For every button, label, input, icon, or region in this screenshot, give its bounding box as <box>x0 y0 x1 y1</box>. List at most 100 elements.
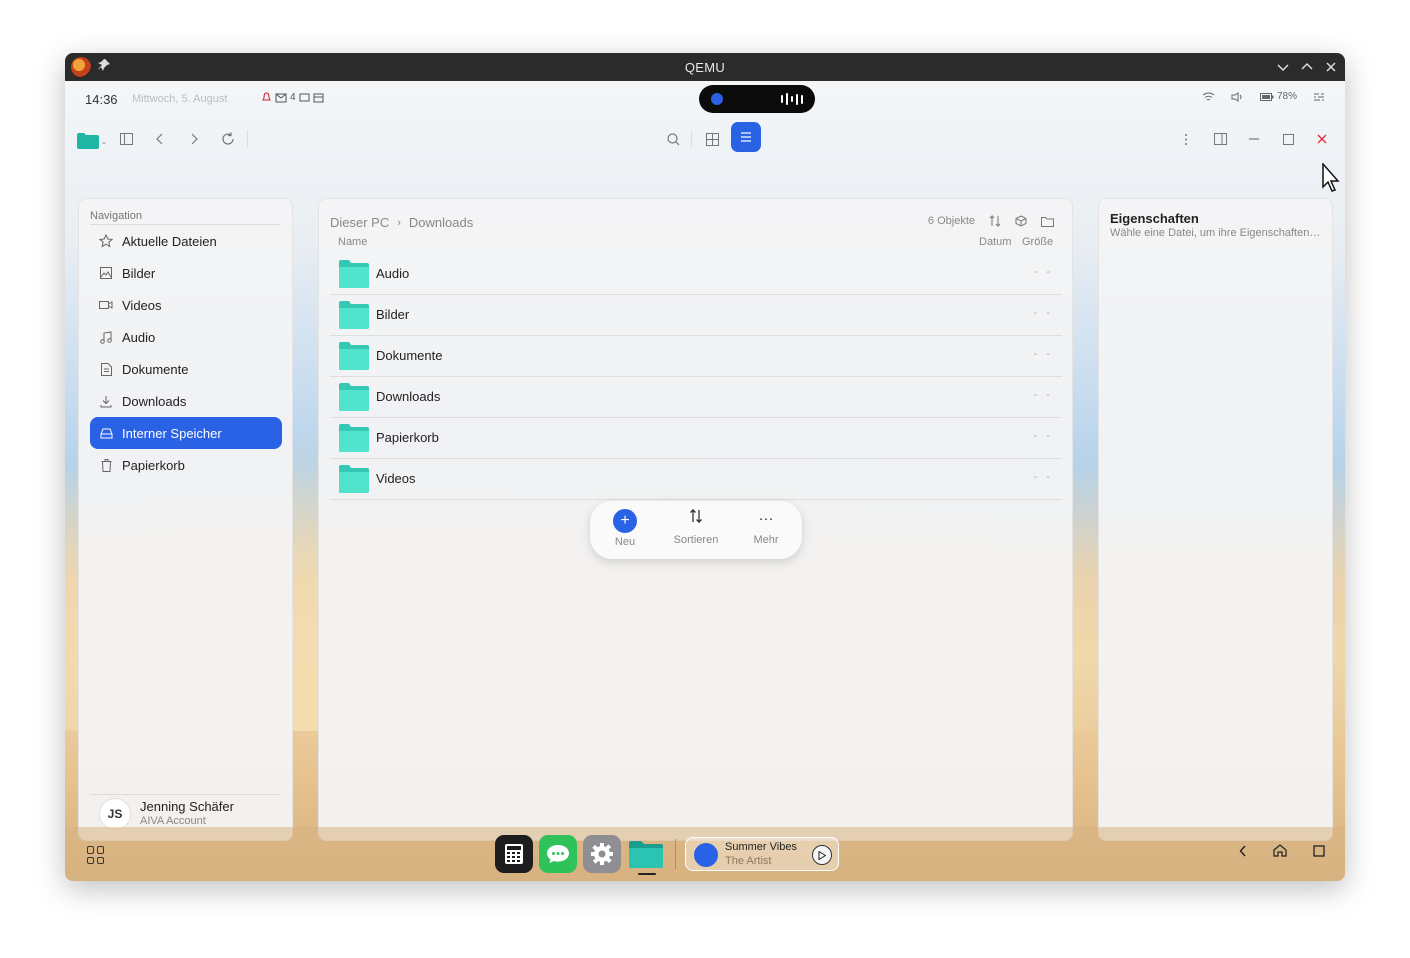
user-name: Jenning Schäfer <box>140 799 234 814</box>
toolbar-divider <box>247 130 248 148</box>
sidebar-toggle-icon[interactable] <box>116 129 136 149</box>
track-artist: The Artist <box>725 855 772 867</box>
image-icon <box>90 267 122 279</box>
file-name: Videos <box>376 471 416 486</box>
nav-item-audio[interactable]: Audio <box>90 321 282 353</box>
drive-icon <box>90 428 122 439</box>
mail-count: 4 <box>290 92 296 103</box>
avatar[interactable]: JS <box>99 798 131 830</box>
battery-icon <box>1259 92 1274 101</box>
active-app-indicator <box>638 873 656 875</box>
new-button[interactable]: + Neu <box>590 507 660 553</box>
file-date: - <box>1033 266 1041 278</box>
nav-item-documents[interactable]: Dokumente <box>90 353 282 385</box>
video-icon <box>90 300 122 310</box>
back-nav-icon[interactable] <box>1239 844 1247 860</box>
nav-item-trash[interactable]: Papierkorb <box>90 449 282 481</box>
settings-app-icon[interactable] <box>583 835 621 873</box>
refresh-icon[interactable] <box>218 129 238 149</box>
table-row[interactable]: Downloads - - <box>330 377 1062 418</box>
file-name: Audio <box>376 266 410 281</box>
navigation-panel: Navigation Aktuelle Dateien Bilder Video… <box>78 198 293 841</box>
maximize-icon[interactable] <box>1278 129 1298 149</box>
back-icon[interactable] <box>150 129 170 149</box>
calculator-app-icon[interactable] <box>495 835 533 873</box>
folder-menu-button[interactable]: ⌄ <box>75 131 109 151</box>
nav-item-internal-storage[interactable]: Interner Speicher <box>90 417 282 449</box>
user-account: AIVA Account <box>140 815 206 827</box>
maximize-chevron-icon[interactable] <box>1299 59 1315 75</box>
file-name: Bilder <box>376 307 410 322</box>
nav-item-videos[interactable]: Videos <box>90 289 282 321</box>
minimize-icon[interactable] <box>1244 129 1264 149</box>
album-art <box>694 843 718 867</box>
media-widget[interactable]: Summer Vibes The Artist <box>685 837 839 871</box>
qemu-titlebar: QEMU <box>65 53 1345 81</box>
window-title: QEMU <box>684 60 726 75</box>
track-title: Summer Vibes <box>725 841 797 853</box>
nav-item-pictures[interactable]: Bilder <box>90 257 282 289</box>
file-date: - <box>1033 348 1041 360</box>
volume-icon[interactable] <box>1231 91 1244 102</box>
package-icon[interactable] <box>1015 215 1027 227</box>
recording-dot-icon <box>711 93 723 105</box>
close-icon[interactable] <box>1323 59 1339 75</box>
file-name: Papierkorb <box>376 430 439 445</box>
file-date-size: - - <box>1034 471 1053 483</box>
recents-icon[interactable] <box>1313 844 1325 860</box>
minimize-chevron-icon[interactable] <box>1275 59 1291 75</box>
new-label: Neu <box>614 536 636 548</box>
table-row[interactable]: Bilder - - <box>330 295 1062 336</box>
column-date[interactable]: Datum <box>979 236 1011 248</box>
folder-icon <box>339 342 369 370</box>
sort-button[interactable]: Sortieren <box>661 507 731 553</box>
folder-icon <box>339 301 369 329</box>
status-bar: 14:36 Mittwoch, 5. August 4 78% <box>65 81 1345 117</box>
file-size: - <box>1046 266 1053 278</box>
notification-icons[interactable]: 4 <box>261 92 324 103</box>
dynamic-island[interactable] <box>699 85 815 113</box>
nav-item-label: Bilder <box>122 265 156 281</box>
nav-item-downloads[interactable]: Downloads <box>90 385 282 417</box>
file-name: Dokumente <box>376 348 443 363</box>
column-size[interactable]: Größe <box>1022 236 1053 248</box>
nav-item-label: Papierkorb <box>122 457 185 473</box>
mail-icon <box>275 93 287 102</box>
breadcrumb-item[interactable]: Dieser PC <box>330 215 389 230</box>
new-folder-icon[interactable] <box>1041 216 1054 227</box>
column-name[interactable]: Name <box>338 236 367 248</box>
app-close-icon[interactable] <box>1312 129 1332 149</box>
nav-item-label: Dokumente <box>122 361 189 377</box>
chevron-right-icon: › <box>397 216 401 229</box>
sort-icon[interactable] <box>989 215 1001 227</box>
home-icon[interactable] <box>1273 844 1287 860</box>
more-vertical-icon[interactable] <box>1176 129 1196 149</box>
table-row[interactable]: Dokumente - - <box>330 336 1062 377</box>
more-horizontal-icon: ··· <box>758 510 774 527</box>
chevron-down-icon: ⌄ <box>100 136 108 146</box>
app-drawer-icon[interactable] <box>87 846 105 864</box>
table-row[interactable]: Papierkorb - - <box>330 418 1062 459</box>
properties-panel: Eigenschaften Wähle eine Datei, um ihre … <box>1098 198 1333 841</box>
search-icon[interactable] <box>663 129 683 149</box>
more-button[interactable]: ··· Mehr <box>731 507 801 553</box>
details-pane-icon[interactable] <box>1210 129 1230 149</box>
forward-icon[interactable] <box>184 129 204 149</box>
table-row[interactable]: Audio - - <box>330 254 1062 295</box>
control-center-icon[interactable] <box>1313 92 1325 102</box>
breadcrumb-item[interactable]: Downloads <box>409 215 473 230</box>
files-app-icon[interactable] <box>627 835 665 873</box>
wifi-icon[interactable] <box>1202 92 1215 102</box>
taskbar: Summer Vibes The Artist <box>65 827 1345 881</box>
list-view-button[interactable] <box>731 122 761 152</box>
play-icon[interactable] <box>812 845 832 865</box>
battery-indicator[interactable]: 78% <box>1259 91 1297 102</box>
system-tray: 78% <box>1202 91 1325 102</box>
table-row[interactable]: Videos - - <box>330 459 1062 500</box>
messages-app-icon[interactable] <box>539 835 577 873</box>
nav-item-recent[interactable]: Aktuelle Dateien <box>90 225 282 257</box>
grid-view-icon[interactable] <box>702 129 722 149</box>
more-label: Mehr <box>753 534 779 546</box>
properties-title: Eigenschaften <box>1110 211 1199 226</box>
file-size: - <box>1046 348 1053 360</box>
